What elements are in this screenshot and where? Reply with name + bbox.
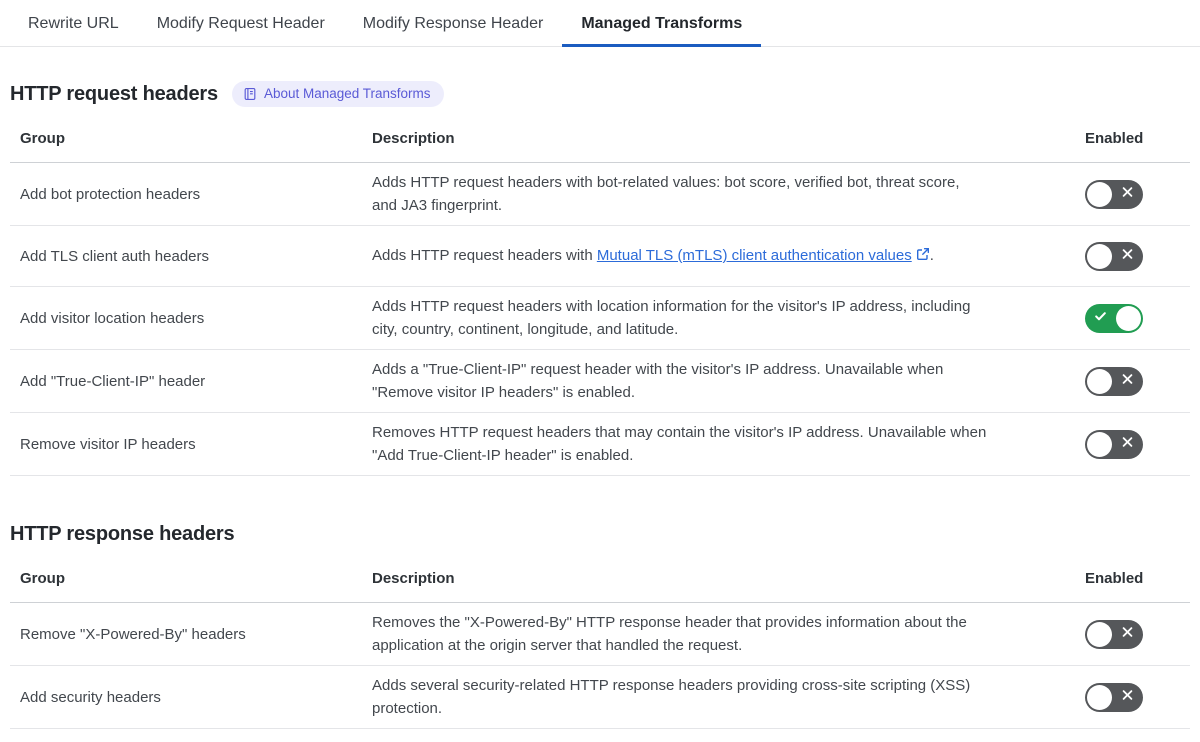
x-icon <box>1121 248 1134 265</box>
x-icon <box>1121 626 1134 643</box>
toggle-knob <box>1087 368 1112 394</box>
book-icon <box>243 87 257 101</box>
description-cell: Adds HTTP request headers with bot-relat… <box>372 174 960 214</box>
toggle-knob <box>1087 621 1112 647</box>
x-icon <box>1121 689 1134 706</box>
request-table-header: Group Description Enabled <box>10 119 1190 163</box>
group-cell: Add TLS client auth headers <box>20 247 210 265</box>
description-cell: Adds several security-related HTTP respo… <box>372 677 971 717</box>
group-cell: Add bot protection headers <box>20 185 201 203</box>
badge-label: About Managed Transforms <box>263 86 431 101</box>
x-icon <box>1121 186 1134 203</box>
column-header-group: Group <box>20 130 65 147</box>
table-row-bot-protection: Add bot protection headers Adds HTTP req… <box>10 163 1190 226</box>
tab-managed-transforms[interactable]: Managed Transforms <box>562 14 762 47</box>
column-header-description: Description <box>372 130 455 147</box>
group-cell: Add security headers <box>20 688 161 706</box>
tab-rewrite-url[interactable]: Rewrite URL <box>9 14 138 47</box>
tab-bar: Rewrite URL Modify Request Header Modify… <box>0 0 1200 47</box>
table-row-remove-x-powered-by: Remove "X-Powered-By" headers Removes th… <box>10 603 1190 666</box>
description-cell: Removes the "X-Powered-By" HTTP response… <box>372 614 967 654</box>
request-headers-title: HTTP request headers <box>10 83 218 105</box>
table-row-visitor-location: Add visitor location headers Adds HTTP r… <box>10 287 1190 350</box>
request-headers-section-header: HTTP request headers About Managed Trans… <box>10 80 1190 108</box>
toggle-true-client-ip[interactable] <box>1085 366 1143 396</box>
toggle-knob <box>1087 243 1112 269</box>
description-text: Adds HTTP request headers with <box>372 247 597 264</box>
description-cell: Removes HTTP request headers that may co… <box>372 424 987 464</box>
toggle-tls-client-auth[interactable] <box>1085 241 1143 271</box>
table-row-remove-visitor-ip: Remove visitor IP headers Removes HTTP r… <box>10 413 1190 476</box>
toggle-remove-x-powered-by[interactable] <box>1085 619 1143 649</box>
description-cell: Adds HTTP request headers with location … <box>372 298 971 338</box>
group-cell: Add "True-Client-IP" header <box>20 372 206 390</box>
x-icon <box>1121 436 1134 453</box>
response-headers-title: HTTP response headers <box>10 523 235 545</box>
column-header-enabled: Enabled <box>1085 570 1144 587</box>
toggle-remove-visitor-ip[interactable] <box>1085 429 1143 459</box>
external-link-icon[interactable] <box>916 245 930 268</box>
description-text: . <box>929 247 934 264</box>
toggle-knob <box>1087 181 1112 207</box>
group-cell: Remove visitor IP headers <box>20 435 196 453</box>
x-icon <box>1121 373 1134 390</box>
table-row-tls-client-auth: Add TLS client auth headers Adds HTTP re… <box>10 226 1190 287</box>
toggle-knob <box>1116 305 1141 331</box>
group-cell: Remove "X-Powered-By" headers <box>20 625 246 643</box>
column-header-group: Group <box>20 570 65 587</box>
response-table-header: Group Description Enabled <box>10 559 1190 603</box>
toggle-add-security-headers[interactable] <box>1085 682 1143 712</box>
request-headers-table: Group Description Enabled Add bot protec… <box>10 119 1190 476</box>
main-content: HTTP request headers About Managed Trans… <box>0 80 1200 729</box>
toggle-visitor-location[interactable] <box>1085 303 1143 333</box>
column-header-enabled: Enabled <box>1085 130 1144 147</box>
tab-modify-request-header[interactable]: Modify Request Header <box>138 14 344 47</box>
toggle-knob <box>1087 684 1112 710</box>
toggle-bot-protection[interactable] <box>1085 179 1143 209</box>
column-header-description: Description <box>372 570 455 587</box>
mtls-values-link[interactable]: Mutual TLS (mTLS) client authentication … <box>597 247 912 264</box>
table-row-add-security-headers: Add security headers Adds several securi… <box>10 666 1190 729</box>
toggle-knob <box>1087 431 1112 457</box>
description-cell: Adds a "True-Client-IP" request header w… <box>372 361 944 401</box>
tab-modify-response-header[interactable]: Modify Response Header <box>344 14 563 47</box>
response-headers-section-header: HTTP response headers <box>10 520 1190 548</box>
table-row-true-client-ip: Add "True-Client-IP" header Adds a "True… <box>10 350 1190 413</box>
response-headers-table: Group Description Enabled Remove "X-Powe… <box>10 559 1190 729</box>
about-managed-transforms-badge[interactable]: About Managed Transforms <box>231 81 444 107</box>
description-cell: Adds HTTP request headers with Mutual TL… <box>362 244 1085 268</box>
group-cell: Add visitor location headers <box>20 309 205 327</box>
check-icon <box>1094 310 1107 327</box>
